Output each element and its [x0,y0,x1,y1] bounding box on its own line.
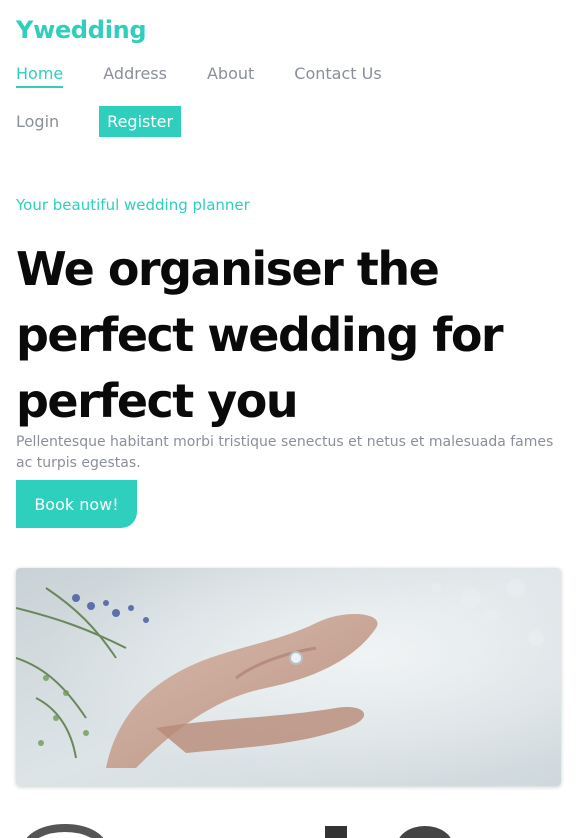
nav-item-contact-us[interactable]: Contact Us [294,64,381,88]
nav-item-about[interactable]: About [207,64,254,88]
hero-tagline: Your beautiful wedding planner [16,196,250,214]
hero-description: Pellentesque habitant morbi tristique se… [16,434,554,471]
wedding-hands-photo [16,568,561,786]
book-now-button[interactable]: Book now! [16,480,137,528]
hero-headline: We organiser the perfect wedding for per… [16,242,504,428]
nav-item-home[interactable]: Home [16,64,64,88]
nav-item-address[interactable]: Address [103,64,167,88]
main-nav: Home Address About Contact Us [16,64,422,88]
auth-links: Login Register [16,106,182,137]
hero-image [16,568,561,786]
login-link[interactable]: Login [16,112,59,131]
partner-logos-partial [26,824,451,838]
register-button[interactable]: Register [99,106,182,137]
decorative-strip [0,800,577,838]
brand-logo[interactable]: Ywedding [16,16,147,44]
